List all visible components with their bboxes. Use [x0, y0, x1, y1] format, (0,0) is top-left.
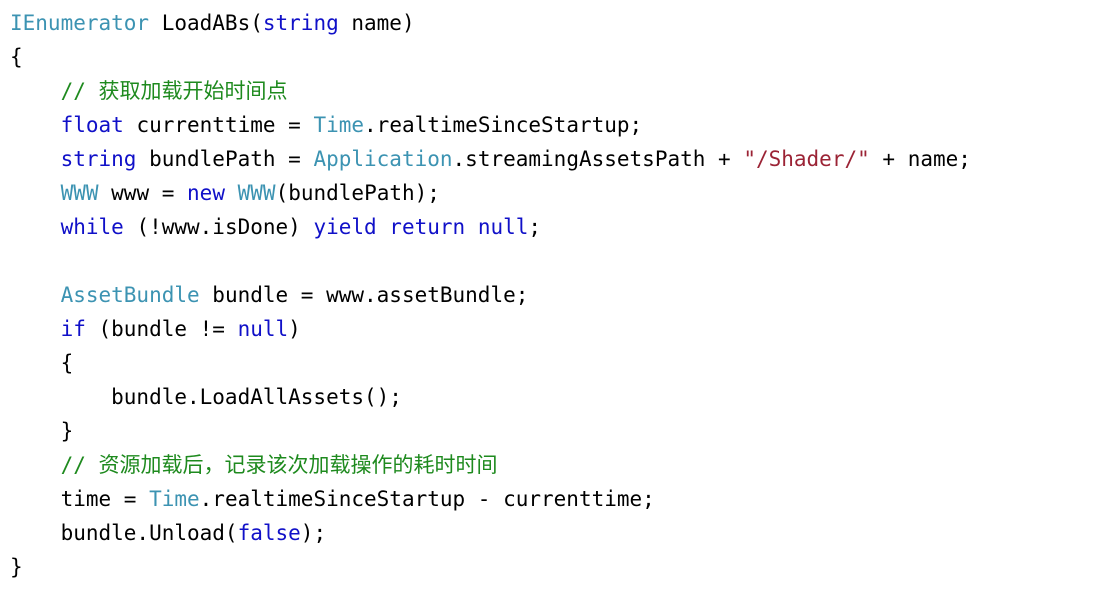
code-line[interactable]: bundle.Unload(false); — [0, 516, 1100, 550]
code-token-plain: bundlePath = — [136, 147, 314, 171]
code-token-type: Application — [313, 147, 453, 171]
code-token-punct: { — [10, 45, 23, 69]
code-token-keyword: float — [60, 113, 124, 137]
code-token-type: AssetBundle — [60, 283, 200, 307]
code-token-plain: ; — [528, 215, 542, 239]
code-token-plain: .realtimeSinceStartup; — [364, 113, 643, 137]
code-token-keyword: false — [237, 521, 301, 545]
code-token-plain: (!www.isDone) — [123, 215, 314, 239]
code-token-plain: .streamingAssetsPath + — [452, 147, 744, 171]
code-token-keyword: string — [262, 11, 339, 35]
code-line[interactable]: if (bundle != null) — [0, 312, 1100, 346]
code-token-type: WWW — [60, 181, 99, 205]
code-token-punct: } — [10, 419, 74, 443]
code-token-type: Time — [313, 113, 365, 137]
code-line[interactable]: time = Time.realtimeSinceStartup - curre… — [0, 482, 1100, 516]
code-token-plain: time = — [10, 487, 150, 511]
code-line[interactable]: WWW www = new WWW(bundlePath); — [0, 176, 1100, 210]
code-token-plain: www = — [98, 181, 188, 205]
code-token-keyword: while — [60, 215, 124, 239]
code-line[interactable]: { — [0, 40, 1100, 74]
code-token-plain: LoadABs( — [149, 11, 263, 35]
code-token-type: IEnumerator — [10, 11, 150, 35]
code-line[interactable]: } — [0, 550, 1100, 584]
code-lines-container[interactable]: IEnumerator LoadABs(string name){ // 获取加… — [0, 6, 1100, 584]
code-token-string: "/Shader/" — [743, 147, 870, 171]
code-line[interactable]: while (!www.isDone) yield return null; — [0, 210, 1100, 244]
code-token-plain: bundle.LoadAllAssets(); — [10, 385, 402, 409]
code-line[interactable]: string bundlePath = Application.streamin… — [0, 142, 1100, 176]
code-line[interactable]: AssetBundle bundle = www.assetBundle; — [0, 278, 1100, 312]
code-line[interactable]: bundle.LoadAllAssets(); — [0, 380, 1100, 414]
code-token-plain: + name; — [869, 147, 971, 171]
code-token-type: Time — [149, 487, 200, 511]
code-token-comment: // 获取加载开始时间点 — [60, 79, 288, 103]
code-token-plain: name) — [338, 11, 415, 35]
code-token-comment: // 资源加载后，记录该次加载操作的耗时时间 — [60, 453, 498, 477]
code-token-plain: (bundlePath); — [275, 181, 440, 205]
code-token-type: WWW — [237, 181, 276, 205]
code-token-plain: bundle.Unload( — [10, 521, 238, 545]
code-line[interactable] — [0, 244, 1100, 278]
code-token-keyword: yield return null — [313, 215, 529, 239]
code-line[interactable]: float currenttime = Time.realtimeSinceSt… — [0, 108, 1100, 142]
code-token-keyword: if — [60, 317, 86, 341]
code-token-plain: (bundle != — [85, 317, 238, 341]
code-token-keyword: null — [237, 317, 289, 341]
code-line[interactable]: { — [0, 346, 1100, 380]
code-line[interactable]: IEnumerator LoadABs(string name) — [0, 6, 1100, 40]
code-block[interactable]: IEnumerator LoadABs(string name){ // 获取加… — [0, 6, 1100, 598]
code-line[interactable]: // 资源加载后，记录该次加载操作的耗时时间 — [0, 448, 1100, 482]
code-token-plain: currenttime = — [123, 113, 314, 137]
code-line[interactable]: // 获取加载开始时间点 — [0, 74, 1100, 108]
code-token-plain: .realtimeSinceStartup - currenttime; — [199, 487, 655, 511]
code-token-keyword: string — [60, 147, 137, 171]
code-token-punct: } — [10, 555, 23, 579]
code-token-punct: { — [10, 351, 74, 375]
code-token-keyword: new — [187, 181, 225, 205]
code-token-plain: bundle = www.assetBundle; — [199, 283, 529, 307]
code-line[interactable]: } — [0, 414, 1100, 448]
code-token-plain: ); — [300, 521, 327, 545]
code-token-plain: ) — [288, 317, 301, 341]
